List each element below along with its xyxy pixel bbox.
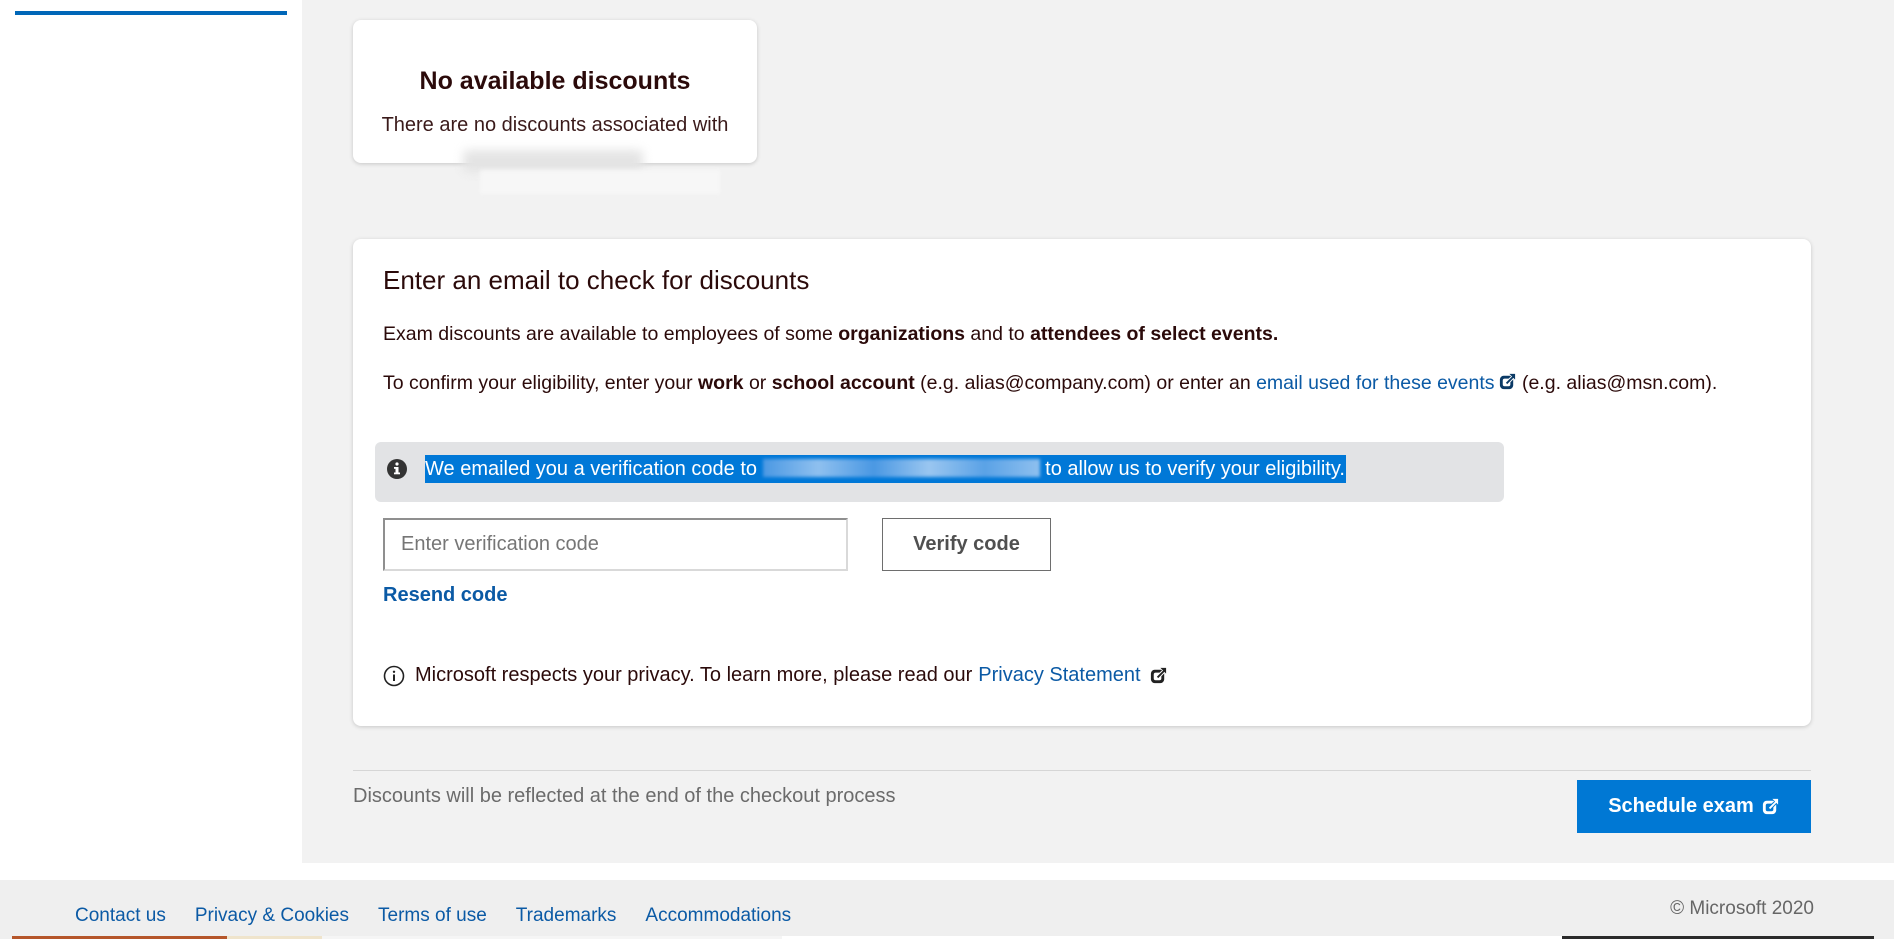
redaction-overlay <box>480 170 720 194</box>
work-bold: work <box>698 372 744 394</box>
footer-link-privacy[interactable]: Privacy & Cookies <box>195 905 349 927</box>
privacy-statement-link[interactable]: Privacy Statement <box>978 664 1140 687</box>
organizations-bold: organizations <box>838 323 965 345</box>
divider <box>353 770 1811 771</box>
attendees-bold: attendees of select events. <box>1030 323 1279 345</box>
verification-sent-message: We emailed you a verification code to to… <box>425 455 1346 483</box>
no-discounts-card: No available discounts There are no disc… <box>353 20 757 194</box>
redacted-email <box>463 150 643 172</box>
resend-code-link[interactable]: Resend code <box>383 584 507 607</box>
text-segment: We emailed you a verification code to <box>425 458 763 480</box>
events-email-link[interactable]: email used for these events <box>1256 372 1494 394</box>
footer-links: Contact us Privacy & Cookies Terms of us… <box>75 905 820 927</box>
schedule-exam-label: Schedule exam <box>1608 795 1754 817</box>
schedule-exam-button[interactable]: Schedule exam <box>1577 780 1811 833</box>
external-link-icon <box>1762 798 1779 815</box>
verification-code-input[interactable] <box>383 518 848 571</box>
text-segment: (e.g. alias@company.com) or enter an <box>914 372 1257 394</box>
footer-link-trademarks[interactable]: Trademarks <box>516 905 617 927</box>
info-filled-icon <box>387 459 407 479</box>
footer: Contact us Privacy & Cookies Terms of us… <box>0 880 1894 939</box>
verify-code-button[interactable]: Verify code <box>882 518 1051 571</box>
footer-link-contact[interactable]: Contact us <box>75 905 166 927</box>
info-outline-icon <box>383 665 405 686</box>
footer-link-accommodations[interactable]: Accommodations <box>645 905 791 927</box>
text-segment: or <box>743 372 772 394</box>
text-segment: To confirm your eligibility, enter your <box>383 372 699 394</box>
text-segment: Exam discounts are available to employee… <box>383 323 839 345</box>
active-tab-indicator <box>15 11 287 15</box>
text-segment: to allow us to verify your eligibility. <box>1039 458 1345 480</box>
text-segment: (e.g. alias@msn.com). <box>1516 372 1718 394</box>
verification-sent-alert: We emailed you a verification code to to… <box>375 442 1504 502</box>
email-check-card: Enter an email to check for discounts Ex… <box>353 239 1811 726</box>
external-link-icon <box>1499 373 1516 390</box>
no-discounts-title: No available discounts <box>419 67 691 95</box>
footer-link-terms[interactable]: Terms of use <box>378 905 487 927</box>
privacy-text: Microsoft respects your privacy. To lear… <box>415 664 973 686</box>
discount-eligibility-text: Exam discounts are available to employee… <box>383 323 1278 346</box>
text-segment: and to <box>965 323 1031 345</box>
eligibility-instructions: To confirm your eligibility, enter your … <box>383 368 1773 398</box>
sidebar <box>0 0 302 863</box>
email-check-heading: Enter an email to check for discounts <box>383 265 810 295</box>
privacy-notice: Microsoft respects your privacy. To lear… <box>383 664 1168 687</box>
school-account-bold: school account <box>771 372 915 394</box>
checkout-note: Discounts will be reflected at the end o… <box>353 785 896 807</box>
copyright: © Microsoft 2020 <box>1670 898 1814 919</box>
no-discounts-subtitle: There are no discounts associated with <box>381 114 729 136</box>
redacted-email <box>762 459 1040 477</box>
main-content: No available discounts There are no disc… <box>302 0 1894 863</box>
external-link-icon <box>1150 667 1167 684</box>
